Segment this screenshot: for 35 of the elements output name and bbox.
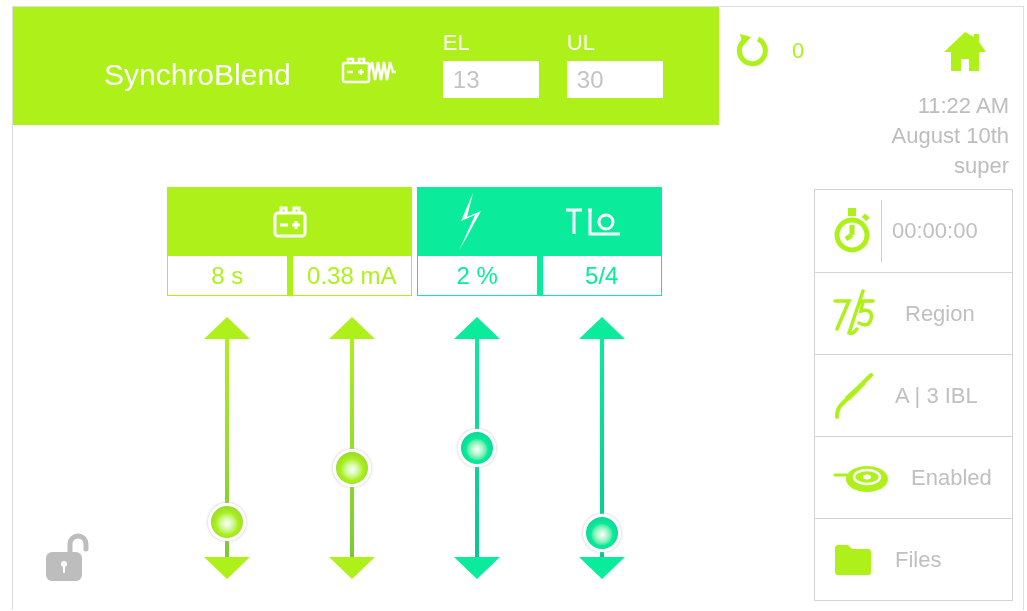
value-cell[interactable]: 2 % (418, 256, 537, 295)
unlocked-lock-icon[interactable] (44, 532, 92, 582)
number-field[interactable]: 13 (442, 61, 539, 98)
field-label: EL (442, 30, 471, 56)
stopwatch-icon (833, 208, 871, 254)
up-arrow-button[interactable] (203, 317, 250, 339)
up-arrow-button[interactable] (329, 317, 376, 339)
value-cell[interactable]: 5/4 (542, 256, 661, 295)
date-text: August 10th (891, 122, 1009, 150)
battery-icon (272, 206, 307, 238)
pulse-icon (565, 207, 620, 237)
down-arrow-button[interactable] (453, 557, 500, 579)
menu-item[interactable]: Region (815, 272, 1012, 354)
app-title: SynchroBlend (104, 58, 291, 92)
down-arrow-button[interactable] (579, 557, 626, 579)
time-text: 11:22 AM (917, 92, 1009, 120)
battery-wave-icon (340, 56, 399, 86)
down-arrow-button[interactable] (203, 557, 250, 579)
refresh-icon[interactable] (734, 34, 768, 68)
menu-item[interactable]: Files (815, 518, 1012, 600)
user-name: super (953, 152, 1009, 180)
home-icon[interactable] (943, 31, 987, 71)
menu-item[interactable]: Enabled (815, 436, 1012, 518)
folder-icon (833, 543, 873, 576)
up-arrow-button[interactable] (453, 317, 500, 339)
number-field[interactable]: 30 (566, 61, 663, 98)
counter-value: 0 (792, 38, 806, 64)
pen-icon (833, 372, 873, 419)
down-arrow-button[interactable] (329, 557, 376, 579)
value-cell[interactable]: 0.38 mA (292, 256, 411, 295)
value-cell[interactable]: 8 s (168, 256, 287, 295)
up-arrow-button[interactable] (579, 317, 626, 339)
menu-item[interactable]: A | 3 IBL (815, 354, 1012, 436)
field-label: UL (566, 30, 596, 56)
menu-item[interactable]: 00:00:00 (815, 190, 1012, 272)
